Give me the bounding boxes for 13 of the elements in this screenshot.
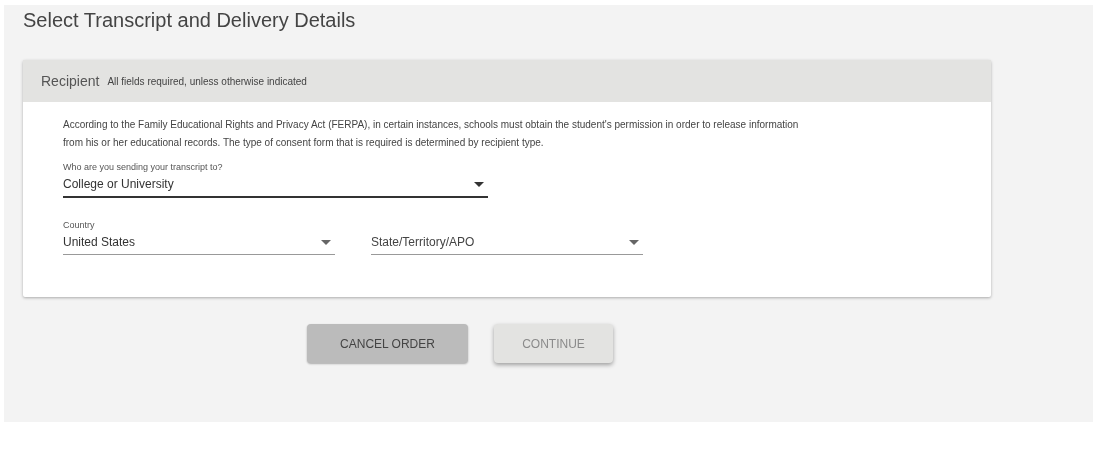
caret-icon [321, 239, 331, 245]
card-title: Recipient [41, 73, 100, 89]
cancel-button[interactable]: CANCEL ORDER [307, 324, 468, 363]
page-title: Select Transcript and Delivery Details [23, 8, 357, 33]
card-subtitle: All fields required, unless otherwise indicated [107, 75, 307, 87]
select-field[interactable]: College or University [63, 174, 488, 198]
intro-paragraph: According to the Family Educational Rights and Privacy Act (FERPA), in certain instances, schools must obtain the student's permission in order to release information from his or her educational records. The type of consent form that is required is determined by recipient type. [63, 118, 800, 150]
field-label: Country [63, 220, 96, 232]
caret-icon [629, 239, 639, 245]
select-field[interactable]: State/Territory/APO [371, 232, 643, 255]
select-field[interactable]: United States [63, 232, 335, 255]
field-label: Who are you sending your transcript to? [63, 162, 224, 174]
caret-icon [474, 181, 484, 187]
